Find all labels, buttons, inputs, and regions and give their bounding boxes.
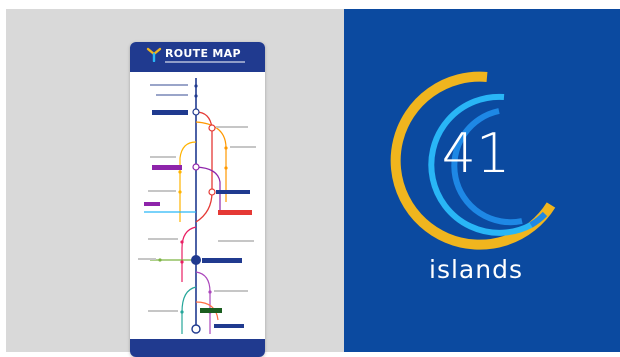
stat-number: 41 [441, 122, 511, 185]
poster-subtitle-line [165, 61, 245, 63]
poster-header: ROUTE MAP [130, 42, 265, 72]
route-map-poster: ROUTE MAP [130, 42, 265, 357]
route-map-diagram [138, 78, 256, 334]
stat-caption: islands [429, 255, 523, 284]
route-map-panel: ROUTE MAP [6, 9, 344, 357]
slide: ROUTE MAP 41 islands [0, 0, 620, 357]
stat-block: 41 islands [344, 9, 620, 352]
poster-title: ROUTE MAP [165, 47, 241, 60]
stat-panel: 41 islands [344, 9, 620, 352]
poster-footer [130, 339, 265, 357]
logo-icon [146, 47, 162, 62]
